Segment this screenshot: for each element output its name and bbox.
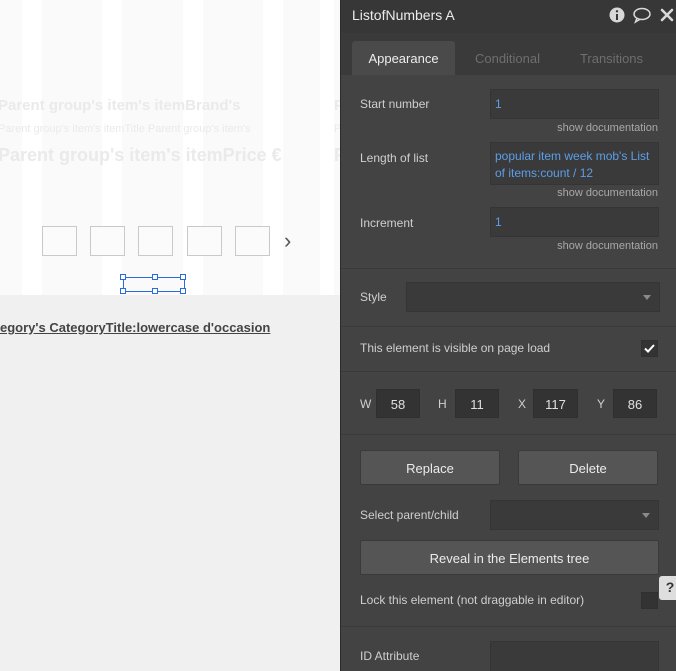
tab-conditional[interactable]: Conditional [461,41,554,75]
width-input[interactable]: 58 [376,389,420,418]
height-label: H [438,397,447,411]
height-input[interactable]: 11 [455,389,499,418]
lock-element-label: Lock this element (not draggable in edit… [360,593,585,607]
comment-icon[interactable] [632,6,652,24]
length-of-list-input[interactable]: popular item week mob's List of items:co… [490,142,659,185]
pagination-dot[interactable] [235,226,270,256]
resize-handle[interactable] [180,288,186,294]
show-documentation-link[interactable]: show documentation [557,240,658,252]
resize-handle[interactable] [152,288,158,294]
close-icon[interactable] [659,6,675,24]
style-dropdown[interactable] [406,282,660,312]
resize-handle[interactable] [120,288,126,294]
panel-title: ListofNumbers A [352,7,455,23]
increment-label: Increment [360,216,414,230]
category-title-link[interactable]: egory's CategoryTitle:lowercase d'occasi… [0,320,270,335]
x-input[interactable]: 117 [533,389,578,418]
y-input[interactable]: 86 [613,389,657,418]
x-label: X [518,397,527,411]
divider [341,626,676,627]
reveal-in-elements-tree-button[interactable]: Reveal in the Elements tree [360,540,659,575]
item-price-text: Parent group's item's itemPrice € [0,145,282,165]
selected-element-outline[interactable] [120,274,186,294]
lock-element-checkbox[interactable] [641,592,658,609]
panel-header: ListofNumbers A [341,0,676,33]
checkmark-icon [644,344,655,353]
resize-handle[interactable] [180,274,186,280]
chevron-right-icon[interactable]: › [284,230,291,252]
divider [341,371,676,372]
pagination-dot[interactable] [42,226,77,256]
increment-input[interactable]: 1 [490,207,659,237]
tab-appearance[interactable]: Appearance [352,41,455,75]
id-attribute-label: ID Attribute [360,649,420,663]
panel-tabs: Appearance Conditional Transitions [341,33,676,75]
select-parent-dropdown[interactable] [490,500,659,530]
chevron-down-icon [642,513,650,518]
start-number-input[interactable]: 1 [490,89,659,119]
resize-handle[interactable] [120,274,126,280]
id-attribute-input[interactable] [490,641,659,671]
width-label: W [360,397,372,411]
replace-button[interactable]: Replace [360,450,500,485]
delete-button[interactable]: Delete [518,450,658,485]
visible-on-load-label: This element is visible on page load [360,341,551,355]
help-button[interactable]: ? [659,576,676,600]
divider [341,268,676,269]
item-title-text: Parent group's item's itemTitle Parent g… [0,123,251,135]
property-editor-panel: ListofNumbers A Appearance Conditional T… [340,0,676,671]
info-icon[interactable] [608,6,626,24]
y-label: Y [597,397,606,411]
item-brand-text: Parent group's item's itemBrand's [0,97,241,114]
pagination-dot[interactable] [187,226,222,256]
show-documentation-link[interactable]: show documentation [557,122,658,134]
start-number-label: Start number [360,97,430,111]
tab-transitions[interactable]: Transitions [565,41,658,75]
column-guide [320,0,334,295]
editor-canvas[interactable]: Parent group's item's itemBrand's Parent… [0,0,340,671]
visible-on-load-checkbox[interactable] [641,340,658,357]
length-of-list-label: Length of list [360,151,429,165]
divider [341,326,676,327]
pagination-dot[interactable] [138,226,173,256]
show-documentation-link[interactable]: show documentation [557,187,658,199]
resize-handle[interactable] [152,274,158,280]
repeating-group[interactable]: Parent group's item's itemBrand's Parent… [0,0,340,295]
divider [341,434,676,435]
pagination-dot[interactable] [90,226,125,256]
chevron-down-icon [643,295,651,300]
style-label: Style [360,290,387,304]
select-parent-label: Select parent/child [360,508,459,522]
